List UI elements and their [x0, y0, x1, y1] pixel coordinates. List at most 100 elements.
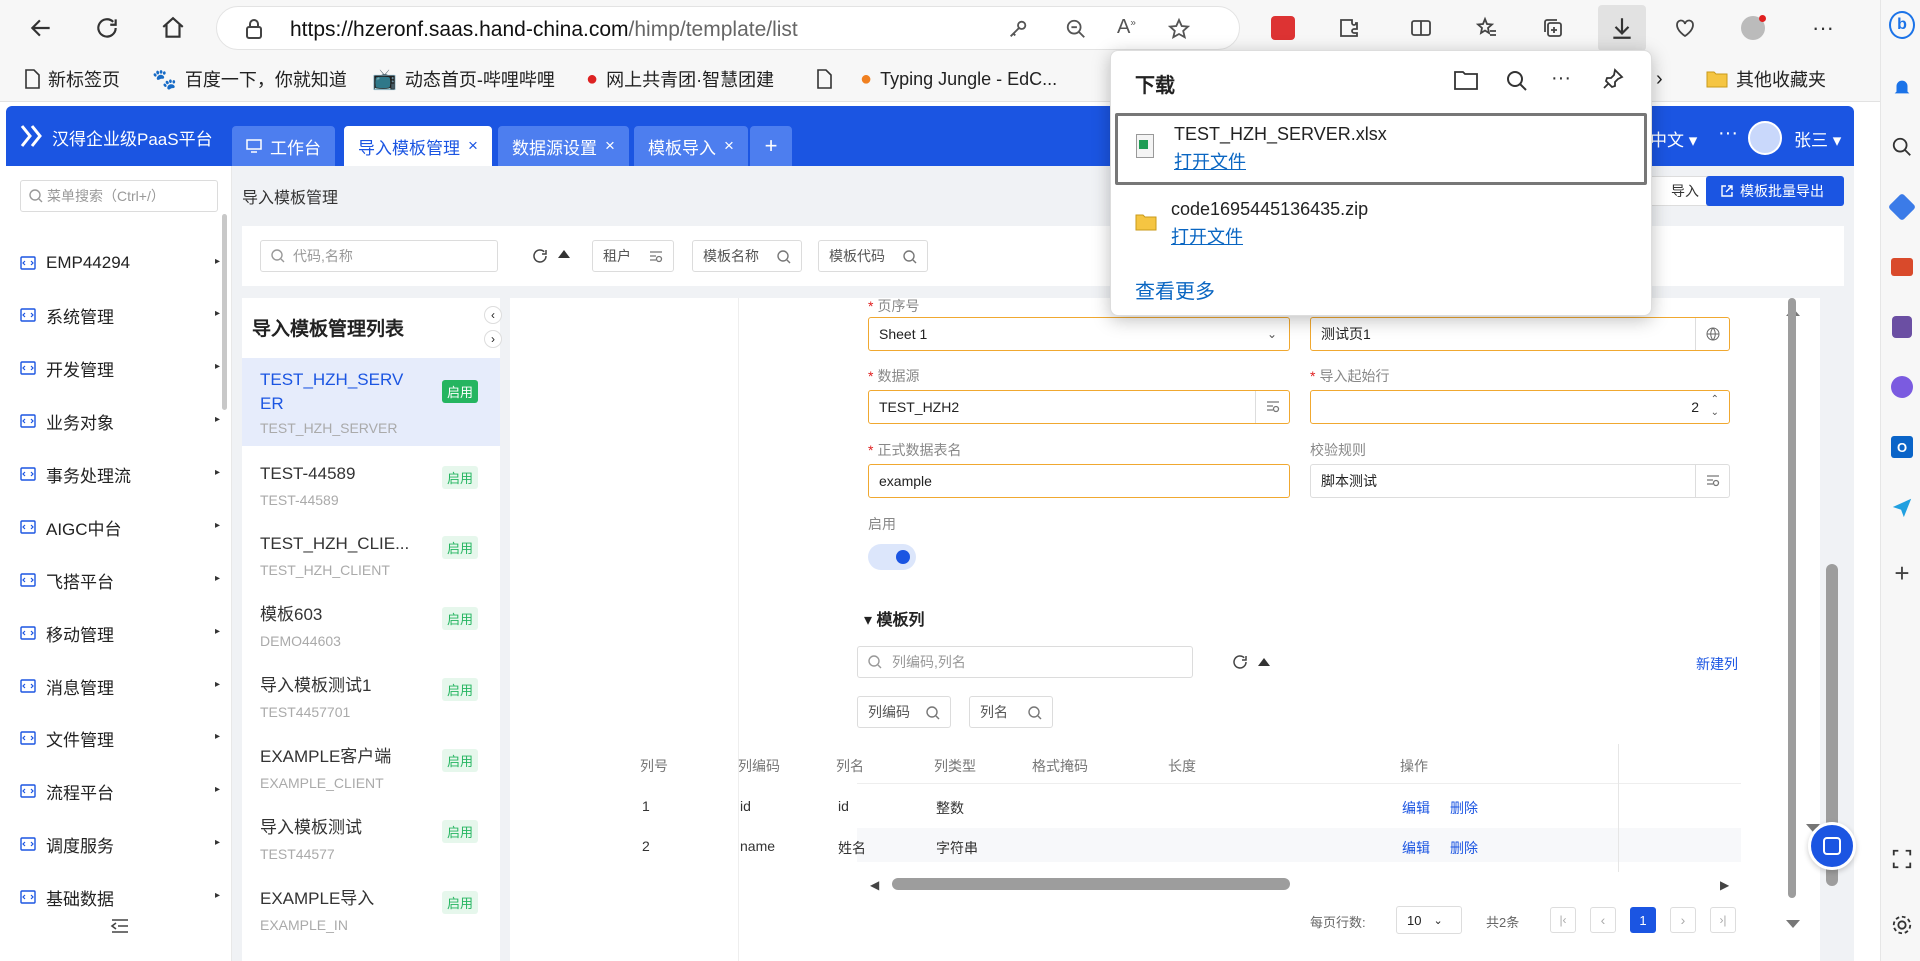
list-item[interactable]: TEST_HZH_CLIE... TEST_HZH_CLIENT 启用	[242, 522, 500, 592]
key-icon[interactable]	[1007, 18, 1029, 40]
refresh-icon[interactable]	[532, 248, 548, 264]
datasource-input[interactable]: TEST_HZH2	[868, 390, 1290, 424]
lookup-icon[interactable]	[1255, 391, 1289, 423]
extensions-icon[interactable]	[1330, 9, 1368, 47]
notification-bell-icon[interactable]	[1889, 74, 1915, 100]
table-name-input[interactable]: example	[868, 464, 1290, 498]
last-page-icon[interactable]: ›|	[1710, 907, 1736, 933]
language-select[interactable]: 中文 ▾	[1650, 126, 1697, 151]
profile-icon[interactable]	[1734, 9, 1772, 47]
rule-input[interactable]: 脚本测试	[1310, 464, 1730, 498]
tab-datasource[interactable]: 数据源设置 ×	[498, 126, 629, 166]
list-item[interactable]: 导入模板测试1 TEST4457701 启用	[242, 664, 500, 734]
refresh-icon[interactable]	[88, 9, 126, 47]
send-icon[interactable]	[1889, 494, 1915, 520]
expand-right-icon[interactable]: ›	[484, 330, 502, 348]
new-column-button[interactable]: 新建列	[1696, 654, 1738, 674]
copilot-icon[interactable]	[1889, 374, 1915, 400]
nav-item[interactable]: 业务对象 ▸	[20, 406, 220, 436]
nav-item[interactable]: 开发管理 ▸	[20, 353, 220, 383]
column-name-filter[interactable]: 列名	[969, 696, 1053, 728]
nav-item[interactable]: 流程平台 ▸	[20, 776, 220, 806]
table-row[interactable]	[857, 792, 1741, 826]
outlook-icon[interactable]: O	[1889, 434, 1915, 460]
other-favorites[interactable]: 其他收藏夹	[1706, 66, 1826, 92]
nav-item[interactable]: 系统管理 ▸	[20, 300, 220, 330]
edit-button[interactable]: 编辑	[1402, 798, 1430, 818]
start-row-input[interactable]: 2 ⌃ ⌄	[1310, 390, 1730, 424]
list-item[interactable]: EXAMPLE客户端 EXAMPLE_CLIENT 启用	[242, 735, 500, 805]
menu-search-input[interactable]: 菜单搜索（Ctrl+/）	[20, 180, 218, 212]
more-menu-button[interactable]: ···	[1718, 122, 1738, 145]
current-page[interactable]: 1	[1630, 907, 1656, 933]
bookmark-page[interactable]	[816, 66, 840, 92]
column-search-input[interactable]: 列编码,列名	[857, 646, 1193, 678]
games-icon[interactable]	[1889, 314, 1915, 340]
avatar[interactable]	[1748, 121, 1782, 155]
nav-item[interactable]: AIGC中台 ▸	[20, 512, 220, 542]
edit-button[interactable]: 编辑	[1402, 838, 1430, 858]
detail-vertical-scrollbar[interactable]	[1788, 298, 1796, 898]
back-icon[interactable]	[22, 9, 60, 47]
refresh-icon[interactable]	[1232, 654, 1248, 670]
close-icon[interactable]: ×	[468, 136, 478, 156]
open-file-link[interactable]: 打开文件	[1174, 148, 1246, 174]
collapse-arrow-icon[interactable]	[558, 250, 570, 258]
collections-icon[interactable]	[1534, 9, 1572, 47]
nav-item[interactable]: 飞搭平台 ▸	[20, 565, 220, 595]
search-icon[interactable]	[1505, 69, 1529, 93]
download-item[interactable]: TEST_HZH_SERVER.xlsx 打开文件	[1115, 113, 1647, 185]
tenant-filter[interactable]: 租户	[592, 240, 674, 272]
columns-section-title[interactable]: ▾ 模板列	[864, 606, 925, 630]
nav-item[interactable]: 文件管理 ▸	[20, 723, 220, 753]
close-icon[interactable]: ×	[605, 136, 615, 156]
screenshot-icon[interactable]	[1889, 846, 1915, 872]
favorite-star-icon[interactable]	[1167, 17, 1191, 41]
table-row[interactable]	[857, 832, 1741, 866]
open-file-link[interactable]: 打开文件	[1171, 223, 1243, 249]
template-name-filter[interactable]: 模板名称	[692, 240, 802, 272]
column-code-filter[interactable]: 列编码	[857, 696, 951, 728]
health-icon[interactable]	[1666, 9, 1704, 47]
bing-icon[interactable]: b	[1889, 11, 1915, 39]
extension-red-icon[interactable]	[1264, 9, 1302, 47]
delete-button[interactable]: 删除	[1450, 798, 1478, 818]
bookmark-bilibili[interactable]: 📺 动态首页-哔哩哔哩	[372, 66, 555, 92]
bookmark-typing-jungle[interactable]: ● Typing Jungle - EdC...	[860, 66, 1057, 92]
user-menu[interactable]: 张三 ▾	[1794, 126, 1841, 151]
collapse-arrow-icon[interactable]	[1258, 658, 1270, 666]
download-item[interactable]: code1695445136435.zip 打开文件	[1115, 189, 1647, 261]
add-icon[interactable]: +	[1889, 558, 1915, 588]
enabled-toggle[interactable]	[868, 544, 916, 570]
list-item[interactable]: 模板603 DEMO44603 启用	[242, 593, 500, 663]
scroll-right-icon[interactable]: ▶	[1720, 878, 1729, 892]
bookmark-youth-league[interactable]: ● 网上共青团·智慧团建	[586, 66, 774, 92]
nav-item[interactable]: 调度服务 ▸	[20, 829, 220, 859]
nav-item[interactable]: 消息管理 ▸	[20, 671, 220, 701]
read-aloud-icon[interactable]: A»	[1117, 16, 1136, 39]
bookmark-baidu[interactable]: 🐾 百度一下，你就知道	[152, 66, 347, 92]
favorites-icon[interactable]	[1468, 9, 1506, 47]
zoom-out-icon[interactable]	[1065, 18, 1087, 40]
horizontal-scrollbar[interactable]	[892, 878, 1290, 890]
nav-item[interactable]: 事务处理流 ▸	[20, 459, 220, 489]
next-page-icon[interactable]: ›	[1670, 907, 1696, 933]
tab-template-import[interactable]: 模板导入 ×	[634, 126, 748, 166]
sheet-name-input[interactable]: 测试页1	[1310, 317, 1730, 351]
list-item[interactable]: 导入模板测试 TEST44577 启用	[242, 806, 500, 876]
home-icon[interactable]	[154, 9, 192, 47]
more-icon[interactable]: ···	[1551, 67, 1571, 90]
add-tab-button[interactable]: +	[750, 126, 792, 166]
scroll-left-icon[interactable]: ◀	[870, 878, 879, 892]
chevron-right-icon[interactable]: ›	[1656, 66, 1663, 92]
see-more-link[interactable]: 查看更多	[1135, 275, 1215, 304]
nav-item[interactable]: 移动管理 ▸	[20, 618, 220, 648]
nav-scrollbar[interactable]	[222, 214, 227, 410]
stepper-icon[interactable]: ⌃ ⌄	[1711, 393, 1719, 419]
settings-gear-icon[interactable]	[1889, 912, 1915, 938]
toolbox-icon[interactable]	[1889, 254, 1915, 280]
per-page-select[interactable]: 10 ⌄	[1396, 906, 1462, 934]
nav-item[interactable]: EMP44294 ▸	[20, 248, 220, 278]
address-bar[interactable]: https://hzeronf.saas.hand-china.com/himp…	[216, 6, 1240, 50]
globe-icon[interactable]	[1695, 318, 1729, 350]
